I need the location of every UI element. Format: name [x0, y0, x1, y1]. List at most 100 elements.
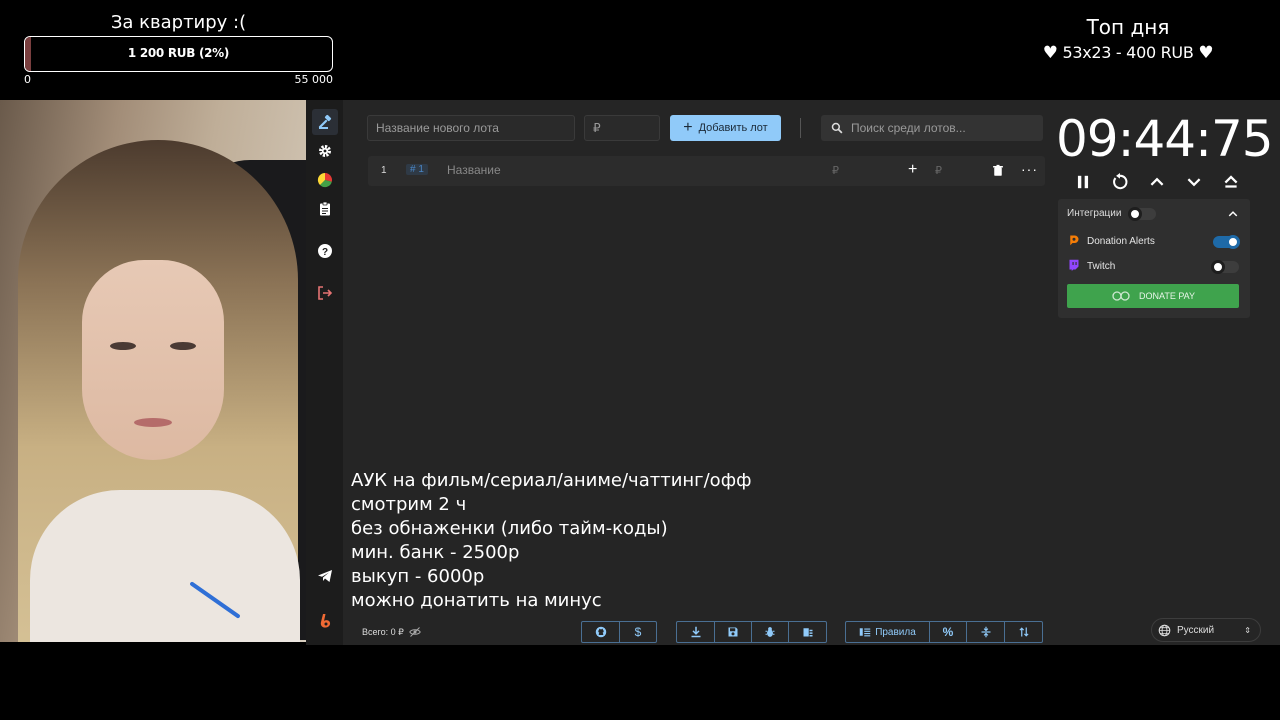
donation-alerts-toggle[interactable]	[1213, 235, 1240, 249]
sidebar-logout-button[interactable]	[312, 280, 338, 306]
sidebar-history-button[interactable]	[312, 196, 338, 222]
total-label: Всего: 0 ₽	[362, 626, 404, 637]
sidebar: ?	[306, 100, 343, 645]
add-lot-button[interactable]: + Добавить лот	[670, 115, 781, 141]
vertical-align-center-icon	[981, 626, 990, 638]
twitch-toggle[interactable]	[1211, 260, 1239, 274]
goal-progress-text: 1 200 RUB (2%)	[127, 46, 230, 60]
archive-button[interactable]	[789, 622, 826, 642]
donate-pay-button[interactable]: DONATE PAY	[1067, 284, 1239, 308]
donation-goal: За квартиру :( 1 200 RUB (2%) 0 55 000	[24, 12, 333, 86]
timer-controls	[1066, 170, 1248, 194]
chevron-up-icon[interactable]	[1227, 208, 1239, 220]
integrations-master-toggle[interactable]	[1128, 207, 1156, 221]
rules-icon	[859, 628, 871, 637]
sidebar-settings-button[interactable]	[312, 138, 338, 164]
clipboard-icon	[320, 201, 330, 216]
sidebar-help-button[interactable]: ?	[312, 238, 338, 264]
gavel-icon	[318, 114, 332, 129]
donatepay-logo-icon	[1112, 291, 1130, 301]
lot-add-amount-input[interactable]: ₽	[935, 164, 942, 177]
webcam-eye	[170, 342, 196, 350]
stream-info-text: АУК на фильм/сериал/аниме/чаттинг/офф см…	[351, 469, 751, 613]
chevron-up-icon[interactable]	[1148, 173, 1166, 191]
lot-index: 1	[381, 165, 387, 176]
donate-dollar-button[interactable]: $	[620, 622, 656, 642]
heart-icon: ♥	[1198, 43, 1214, 63]
chevron-down-icon[interactable]	[1185, 173, 1203, 191]
download-button[interactable]	[677, 622, 715, 642]
donation-alerts-icon	[1070, 235, 1079, 246]
file-button-group	[676, 621, 827, 643]
new-lot-amount-input[interactable]: ₽	[584, 115, 660, 141]
search-placeholder: Поиск среди лотов...	[851, 121, 966, 135]
svg-text:?: ?	[322, 247, 328, 258]
top-donor-of-day: Топ дня ♥ 53x23 - 400 RUB ♥	[1010, 14, 1246, 66]
trash-icon	[993, 164, 1003, 176]
help-icon: ?	[318, 244, 332, 258]
pause-icon[interactable]	[1074, 173, 1092, 191]
goal-min: 0	[24, 73, 31, 86]
webcam-eye	[110, 342, 136, 350]
top-day-line: ♥ 53x23 - 400 RUB ♥	[1010, 40, 1246, 66]
double-up-icon[interactable]	[1222, 173, 1240, 191]
boosty-icon	[320, 614, 331, 628]
integrations-panel: Интеграции Donation Alerts Twitch DONATE…	[1058, 199, 1250, 318]
lot-id-badge[interactable]: # 1	[406, 164, 428, 175]
goal-range: 0 55 000	[24, 73, 333, 86]
language-value: Русский	[1177, 624, 1215, 636]
links-button-group: $	[581, 621, 657, 643]
lot-amount-input[interactable]: ₽	[832, 164, 839, 177]
search-icon	[831, 122, 843, 134]
goal-progress-bar: 1 200 RUB (2%)	[24, 36, 333, 72]
integration-label-twitch: Twitch	[1087, 261, 1116, 272]
sidebar-auction-button[interactable]	[312, 109, 338, 135]
globe-icon	[1158, 624, 1171, 636]
percent-icon: %	[942, 625, 954, 639]
lot-name-input[interactable]: Название	[447, 163, 501, 177]
info-line: можно донатить на минус	[351, 590, 602, 611]
integrations-title: Интеграции	[1067, 208, 1122, 219]
webcam-shirt	[30, 490, 300, 642]
percent-button[interactable]: %	[930, 622, 967, 642]
integration-label-donation-alerts: Donation Alerts	[1087, 236, 1155, 247]
github-icon	[595, 626, 606, 638]
new-lot-name-input[interactable]: Название нового лота	[367, 115, 575, 141]
donate-pay-label: DONATE PAY	[1138, 291, 1195, 301]
heart-icon: ♥	[1042, 43, 1058, 63]
reset-icon[interactable]	[1111, 173, 1129, 191]
info-line: без обнаженки (либо тайм-коды)	[351, 518, 668, 539]
top-day-value: 53x23 - 400 RUB	[1062, 43, 1194, 62]
sort-button[interactable]	[1005, 622, 1042, 642]
lot-more-button[interactable]: ···	[1021, 161, 1038, 177]
twitch-icon	[1069, 259, 1079, 271]
add-lot-label: Добавить лот	[698, 122, 768, 134]
lot-row: 1 # 1 Название ₽ + ₽ ···	[368, 156, 1045, 186]
save-icon	[728, 627, 738, 637]
search-input[interactable]: Поиск среди лотов...	[821, 115, 1043, 141]
lot-add-amount-button[interactable]: +	[908, 161, 917, 179]
archive-icon	[803, 628, 812, 637]
logout-icon	[318, 286, 333, 300]
download-icon	[691, 626, 700, 638]
info-line: мин. банк - 2500р	[351, 542, 520, 563]
sidebar-boosty-button[interactable]	[312, 608, 338, 634]
bug-report-button[interactable]	[752, 622, 789, 642]
save-button[interactable]	[715, 622, 752, 642]
lot-delete-button[interactable]	[992, 164, 1004, 180]
gear-icon	[319, 145, 331, 157]
rules-label: Правила	[875, 626, 916, 638]
select-arrows-icon: ⇕	[1244, 625, 1251, 635]
goal-title: За квартиру :(	[110, 12, 247, 33]
plus-icon: +	[683, 119, 693, 136]
info-line: смотрим 2 ч	[351, 494, 467, 515]
sidebar-telegram-button[interactable]	[312, 563, 338, 589]
dollar-icon: $	[634, 625, 642, 639]
github-button[interactable]	[582, 622, 620, 642]
rules-button[interactable]: Правила	[846, 622, 930, 642]
eye-off-icon[interactable]	[409, 626, 421, 638]
language-select[interactable]: Русский ⇕	[1151, 618, 1261, 642]
sidebar-stats-button[interactable]	[312, 167, 338, 193]
split-button[interactable]	[967, 622, 1005, 642]
webcam-face	[82, 260, 224, 460]
